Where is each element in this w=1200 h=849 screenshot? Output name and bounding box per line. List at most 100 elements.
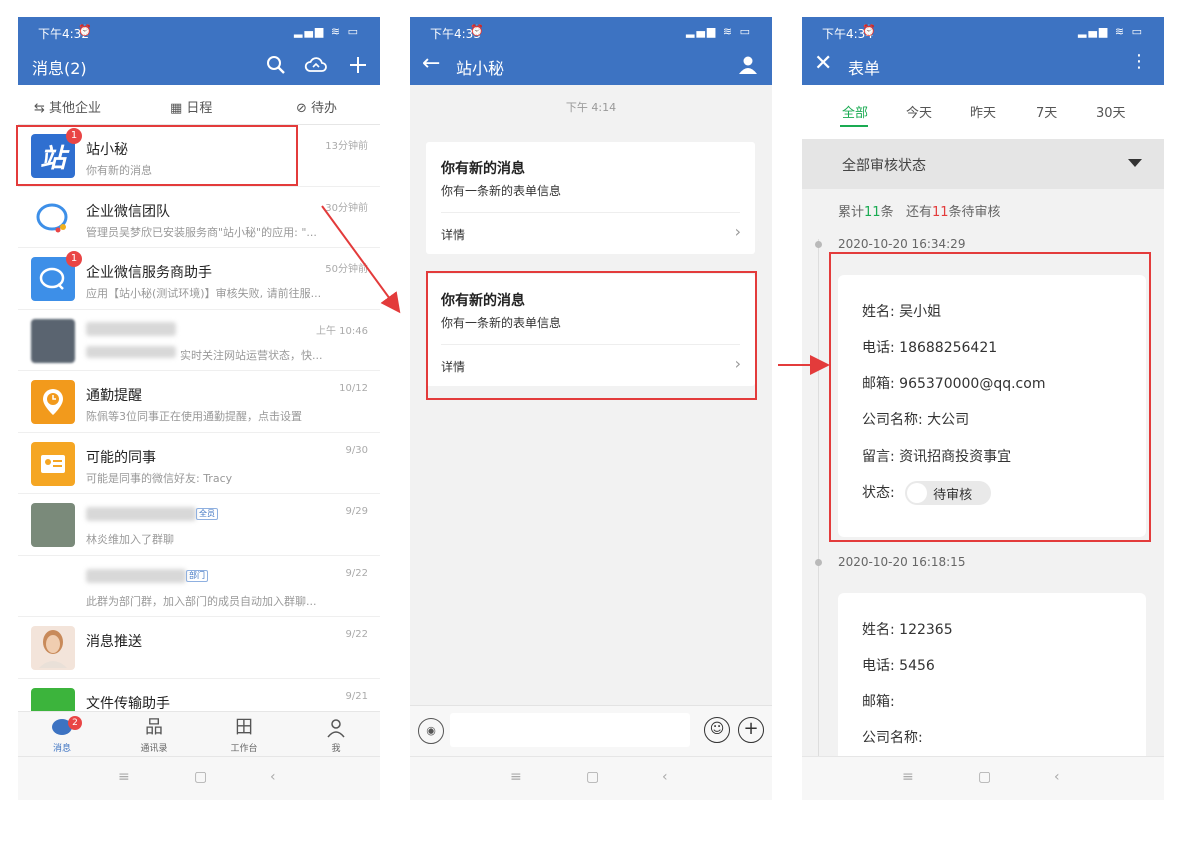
caret-down-icon (1128, 159, 1142, 167)
blurred-name (86, 568, 186, 583)
swap-icon: ⇆ (34, 101, 50, 116)
highlight-box-form (829, 252, 1151, 542)
home-icon[interactable]: ▢ (586, 769, 599, 785)
blurred-name (86, 321, 176, 336)
emoji-icon[interactable]: ☺ (704, 717, 730, 743)
chat-item-message-push[interactable]: 消息推送 9/22 (18, 617, 380, 679)
chat-name: 企业微信团队 (86, 203, 170, 220)
chat-item-file-transfer[interactable]: 文件传输助手 9/21 (18, 679, 380, 711)
close-icon[interactable]: ✕ (814, 50, 832, 78)
chevron-right-icon: › (734, 222, 741, 241)
system-time: 下午 4:14 (565, 101, 617, 114)
field-company: 公司名称: (862, 730, 923, 746)
voice-icon[interactable]: ◉ (418, 718, 444, 744)
filter-tab-yesterday[interactable]: 昨天 (970, 102, 996, 121)
chat-preview: 应用【站小秘(测试环境)】审核失败, 请前往服... (86, 287, 322, 300)
chat-item-wecom-team[interactable]: 企业微信团队 管理员吴梦欣已安装服务商"站小秘"的应用: "... 30分钟前 (18, 187, 380, 248)
profile-icon[interactable] (738, 55, 758, 79)
active-tab-indicator (840, 125, 868, 127)
summary-total-label: 累计 (838, 205, 865, 220)
filter-tab-7days[interactable]: 7天 (1036, 102, 1057, 121)
alarm-icon: ⏰ (470, 24, 486, 37)
back-nav-icon[interactable]: ‹ (270, 769, 276, 785)
phone-screen-chat: 下午4:33 ⏰ ▂▄▆ ≋ ▭ ← 站小秘 下午 4:14 你有新的消息 你有… (410, 17, 772, 800)
org-chart-icon: 品 (145, 717, 163, 738)
system-nav-bar: ≡ ▢ ‹ (802, 756, 1164, 800)
tab-label: 我 (331, 744, 341, 754)
tab-label: 通讯录 (140, 744, 168, 754)
chat-name: 消息推送 (86, 634, 142, 650)
tab-me[interactable]: 我 (306, 715, 366, 754)
back-nav-icon[interactable]: ‹ (662, 769, 668, 785)
menu-icon[interactable]: ≡ (118, 769, 130, 785)
chat-item-department-group[interactable]: 部门 此群为部门群，加入部门的成员自动加入群聊... 9/22 (18, 556, 380, 617)
tab-label: 工作台 (230, 744, 258, 754)
entry-time: 2020-10-20 16:18:15 (838, 555, 966, 569)
plus-icon[interactable]: + (738, 717, 764, 743)
review-status-dropdown[interactable]: 全部审核状态 (802, 139, 1164, 189)
unread-badge: 1 (66, 251, 82, 267)
other-company-button[interactable]: ⇆ 其他企业 (34, 97, 101, 116)
add-icon[interactable] (348, 55, 368, 79)
todo-button[interactable]: ⊘ 待办 (296, 97, 337, 116)
filter-tab-all[interactable]: 全部 (842, 102, 868, 121)
schedule-label: 日程 (186, 101, 213, 116)
person-icon (306, 715, 366, 741)
chat-item-possible-colleagues[interactable]: 可能的同事 可能是同事的微信好友: Tracy 9/30 (18, 433, 380, 494)
message-input[interactable] (450, 713, 690, 747)
tab-messages[interactable]: 2 消息 (32, 715, 92, 754)
summary-total-count: 11 (864, 205, 881, 220)
all-staff-tag: 全员 (196, 508, 218, 520)
message-card[interactable]: 你有新的消息 你有一条新的表单信息 详情 › (426, 142, 755, 254)
signal-wifi-battery-icon: ▂▄▆ ≋ ▭ (1078, 25, 1144, 38)
filter-tab-30days[interactable]: 30天 (1096, 102, 1126, 121)
chat-time: 10/12 (339, 383, 368, 394)
chat-time: 上午 10:46 (316, 325, 368, 337)
chat-time: 9/30 (345, 444, 368, 456)
signal-wifi-battery-icon: ▂▄▆ ≋ ▭ (686, 25, 752, 38)
chat-list: 站 1 站小秘 你有新的消息 13分钟前 企业微信团队 管理员吴梦欣已安装服务商… (18, 125, 380, 711)
form-entry-card[interactable]: 姓名: 122365 电话: 5456 邮箱: 公司名称: (838, 593, 1146, 773)
page-title: 表单 (848, 59, 881, 78)
chat-name: 企业微信服务商助手 (86, 265, 212, 281)
chat-preview: 林炎维加入了群聊 (86, 533, 174, 546)
chat-time: 9/29 (345, 506, 368, 517)
more-vertical-icon[interactable]: ⋮ (1130, 53, 1148, 71)
back-arrow-icon[interactable]: ← (422, 50, 440, 78)
cloud-icon[interactable] (304, 55, 328, 79)
page-title: 消息(2) (32, 59, 87, 78)
chat-item-blurred[interactable]: 实时关注网站运营状态，快... 上午 10:46 (18, 310, 380, 371)
search-icon[interactable] (266, 55, 286, 79)
chat-bubble-icon (32, 715, 92, 741)
alarm-icon: ⏰ (862, 24, 878, 37)
chat-item-all-staff-group[interactable]: 全员 林炎维加入了群聊 9/29 (18, 494, 380, 556)
quick-tool-row: ⇆ 其他企业 ▦ 日程 ⊘ 待办 (18, 85, 380, 125)
menu-icon[interactable]: ≡ (510, 769, 522, 785)
schedule-button[interactable]: ▦ 日程 (170, 97, 212, 116)
home-icon[interactable]: ▢ (194, 769, 207, 785)
highlight-box-message (426, 271, 757, 400)
home-icon[interactable]: ▢ (978, 769, 991, 785)
chat-preview: 可能是同事的微信好友: Tracy (86, 471, 233, 485)
chat-time: 9/21 (345, 690, 368, 702)
alarm-icon: ⏰ (78, 24, 94, 37)
back-nav-icon[interactable]: ‹ (1054, 769, 1060, 785)
chat-time: 13分钟前 (325, 141, 368, 152)
timeline-dot (815, 559, 822, 566)
commute-clock-avatar (31, 380, 75, 424)
message-title: 你有新的消息 (441, 161, 525, 177)
filter-tab-today[interactable]: 今天 (906, 102, 932, 121)
department-tag: 部门 (186, 569, 208, 582)
summary-pending-label: 还有 (905, 205, 932, 220)
blurred-photo-avatar (31, 318, 75, 363)
date-filter-tabs: 全部 今天 昨天 7天 30天 (802, 85, 1164, 139)
tab-contacts[interactable]: 品 通讯录 (124, 715, 184, 754)
chat-item-provider-assistant[interactable]: 1 企业微信服务商助手 应用【站小秘(测试环境)】审核失败, 请前往服... 5… (18, 248, 380, 310)
chat-item-commute[interactable]: 通勤提醒 陈佩等3位同事正在使用通勤提醒，点击设置 10/12 (18, 371, 380, 433)
bottom-tab-bar: 2 消息 品 通讯录 田 工作台 我 (18, 711, 380, 756)
detail-link[interactable]: 详情 (441, 226, 465, 243)
chat-time: 30分钟前 (325, 202, 368, 214)
menu-icon[interactable]: ≡ (902, 769, 914, 785)
header-bar: 下午4:34 ⏰ ▂▄▆ ≋ ▭ ✕ 表单 ⋮ (802, 17, 1164, 85)
tab-workbench[interactable]: 田 工作台 (214, 715, 274, 754)
